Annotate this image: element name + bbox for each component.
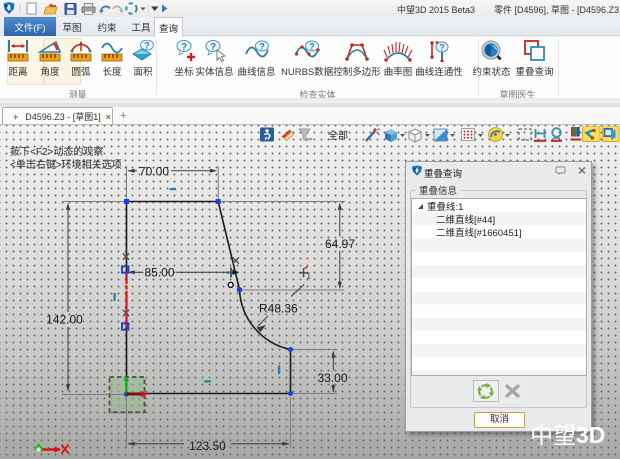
- svg-text:?: ?: [209, 42, 215, 53]
- svg-text:?: ?: [181, 42, 187, 53]
- svg-text:?: ?: [144, 41, 150, 51]
- svg-text:?: ?: [259, 42, 265, 52]
- svg-text:?: ?: [309, 42, 315, 52]
- svg-text:全部: 全部: [328, 129, 348, 142]
- svg-text:?: ?: [439, 43, 445, 53]
